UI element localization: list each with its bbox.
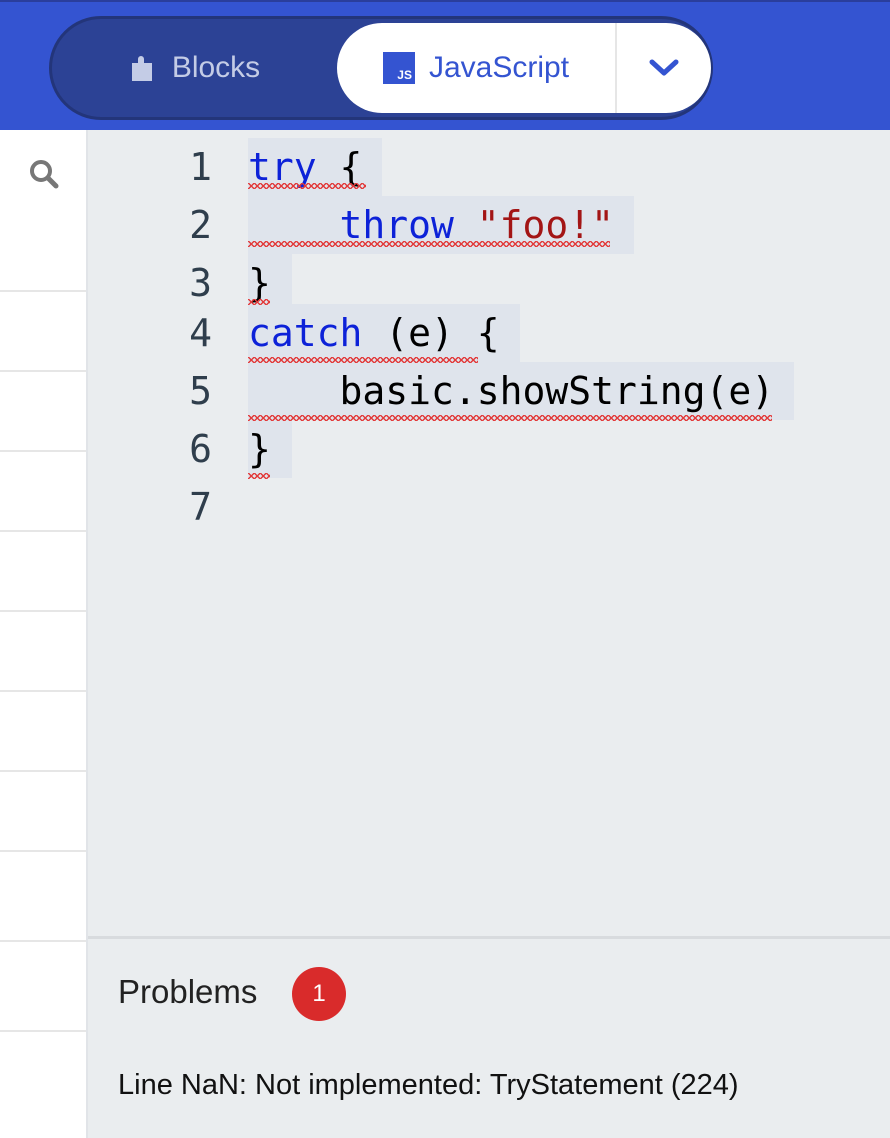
code-line[interactable]: 7 — [88, 478, 890, 536]
error-squiggle — [248, 299, 270, 305]
toolbox-category-divider — [0, 290, 86, 292]
problems-panel: Problems 1 Line NaN: Not implemented: Tr… — [88, 936, 890, 1138]
code-text: } — [248, 420, 271, 478]
toolbox-sidebar — [0, 130, 88, 1138]
line-number: 6 — [189, 427, 212, 471]
toolbox-category-divider — [0, 450, 86, 452]
language-dropdown-button[interactable] — [617, 23, 711, 113]
blocks-mode-button[interactable]: Blocks — [52, 19, 338, 117]
toolbox-category-divider — [0, 1030, 86, 1032]
error-squiggle — [248, 357, 478, 363]
problems-count-badge: 1 — [292, 967, 346, 1021]
error-squiggle — [248, 415, 772, 421]
code-token: (e) { — [362, 311, 500, 355]
editor-mode-toggle: Blocks JS JavaScript — [49, 16, 713, 120]
search-icon[interactable] — [28, 158, 60, 190]
javascript-mode-label: JavaScript — [428, 51, 570, 84]
blocks-mode-label: Blocks — [171, 51, 261, 84]
error-squiggle — [248, 183, 366, 189]
line-number: 5 — [189, 369, 212, 413]
error-squiggle — [248, 241, 610, 247]
code-line[interactable]: 5 basic.showString(e) — [88, 362, 890, 420]
code-line[interactable]: 1 try { — [88, 138, 890, 196]
toolbox-category-divider — [0, 370, 86, 372]
toolbox-category-divider — [0, 530, 86, 532]
error-squiggle — [248, 473, 270, 479]
problems-title: Problems — [118, 973, 258, 1010]
toolbox-category-divider — [0, 850, 86, 852]
javascript-icon: JS — [382, 52, 415, 84]
code-line[interactable]: 4 catch (e) { — [88, 304, 890, 362]
editor-toolbar: Blocks JS JavaScript — [0, 0, 890, 130]
line-number: 7 — [189, 485, 212, 529]
line-number: 2 — [189, 203, 212, 247]
code-line[interactable]: 6} — [88, 420, 890, 478]
code-editor[interactable]: 1 try {2 throw "foo!" 3} 4 catch (e) {5 basi… — [88, 130, 890, 936]
line-number: 4 — [189, 311, 212, 355]
chevron-down-icon — [649, 59, 679, 76]
javascript-mode-button[interactable]: JS JavaScript — [337, 23, 711, 113]
code-text: catch (e) { — [248, 304, 500, 362]
code-token: } — [248, 427, 271, 471]
line-number: 1 — [189, 145, 212, 189]
toolbox-category-divider — [0, 940, 86, 942]
toolbox-category-divider — [0, 770, 86, 772]
toolbox-category-divider — [0, 610, 86, 612]
code-text: basic.showString(e) — [248, 362, 775, 420]
code-keyword: catch — [248, 311, 363, 355]
problem-message[interactable]: Line NaN: Not implemented: TryStatement … — [118, 1069, 739, 1102]
toolbox-category-divider — [0, 690, 86, 692]
puzzle-icon — [131, 56, 152, 81]
code-token: basic.showString(e) — [248, 369, 775, 413]
